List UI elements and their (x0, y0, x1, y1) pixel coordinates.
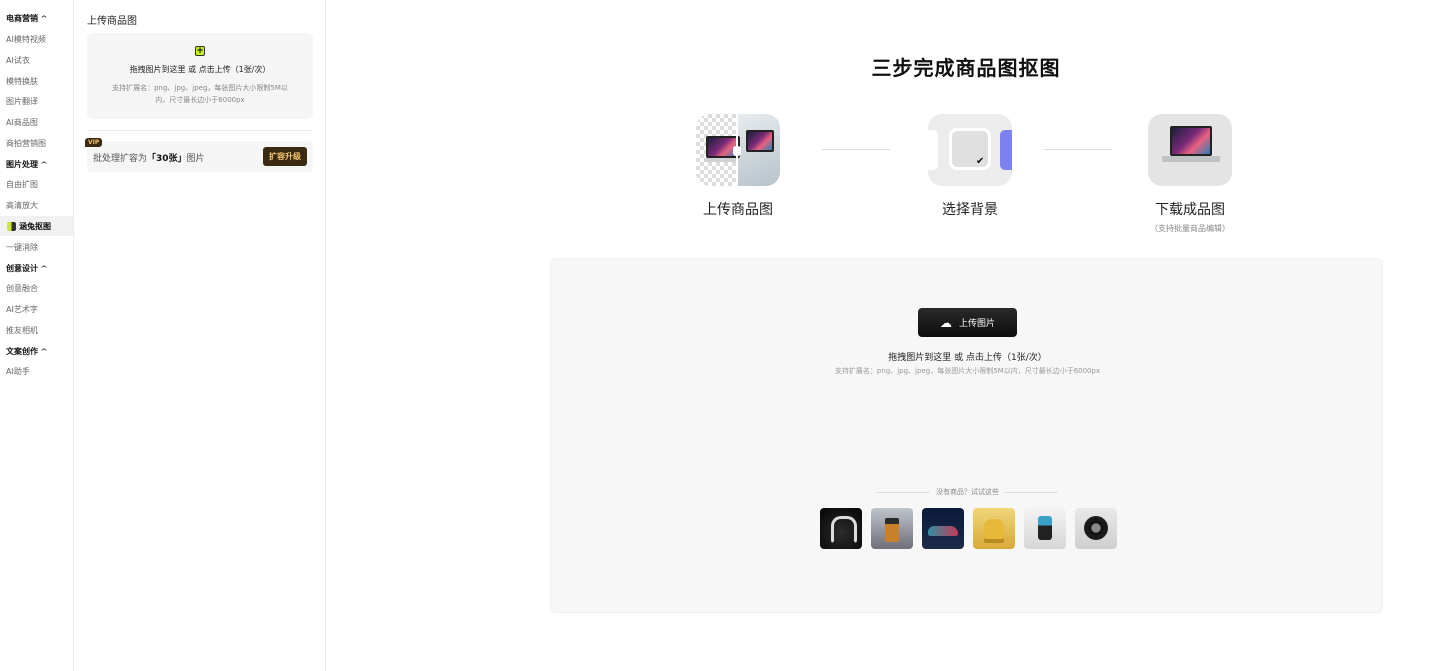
nav-item-product-marketing[interactable]: 商拍营销图 (6, 138, 46, 149)
laptop-base (1162, 156, 1220, 162)
nav-item-cutout[interactable]: 涵兔抠图 (0, 216, 73, 236)
main-content: 三步完成商品图抠图 上传商品图 ✔ 选择背景 下载成品图 （支持批量商品编辑） … (326, 0, 1440, 671)
panel-dropzone[interactable]: + 拖拽图片到这里 或 点击上传（1张/次） 支持扩展名：png、jpg、jpe… (87, 33, 313, 119)
nav-group-copywriting[interactable]: 文案创作 ^ (6, 346, 48, 357)
divider-line (877, 491, 930, 493)
step-background-image: ✔ (928, 114, 1012, 186)
upgrade-button[interactable]: 扩容升级 (263, 147, 307, 166)
dropzone-main-text: 拖拽图片到这里 或 点击上传（1张/次） (129, 65, 271, 74)
left-nav: 电商营销 ^ AI模特视频 AI试衣 模特换肤 图片翻译 AI商品图 商拍营销图… (0, 0, 74, 671)
chevron-up-icon: ^ (40, 347, 48, 356)
step-label: 上传商品图 (703, 202, 773, 218)
upload-button-label: 上传图片 (958, 319, 995, 329)
app-root: 电商营销 ^ AI模特视频 AI试衣 模特换肤 图片翻译 AI商品图 商拍营销图… (0, 0, 1440, 671)
nav-group-ecommerce[interactable]: 电商营销 ^ (6, 13, 48, 24)
step-upload: 上传商品图 (668, 114, 808, 219)
nav-item-friend-camera[interactable]: 推友相机 (6, 325, 38, 336)
upload-main-text: 拖拽图片到这里 或 点击上传（1张/次） (888, 353, 1047, 363)
bg-option-selected (949, 128, 991, 170)
laptop-screen (746, 130, 774, 152)
panel-title: 上传商品图 (87, 16, 137, 27)
sample-sneaker[interactable] (922, 508, 964, 549)
step-connector (1044, 149, 1112, 150)
nav-group-label: 文案创作 (6, 347, 38, 356)
nav-group-label: 图片处理 (6, 160, 38, 169)
upload-image-button[interactable]: ☁ 上传图片 (918, 308, 1017, 337)
page-title: 三步完成商品图抠图 (871, 56, 1061, 80)
try-samples-label: 没有商品？试试这些 (936, 488, 999, 496)
sample-headphones[interactable] (820, 508, 862, 549)
chevron-up-icon: ^ (40, 160, 48, 169)
try-samples-divider: 没有商品？试试这些 (877, 487, 1058, 497)
upload-panel: 上传商品图 + 拖拽图片到这里 或 点击上传（1张/次） 支持扩展名：png、j… (74, 0, 326, 671)
batch-prefix: 批处理扩容为 (93, 154, 148, 164)
nav-item-ai-assistant[interactable]: AI助手 (6, 366, 30, 377)
sample-images (820, 508, 1117, 549)
nav-group-label: 创意设计 (6, 264, 38, 273)
step-connector (822, 149, 890, 150)
batch-text: 批处理扩容为「30张」图片 (93, 151, 205, 164)
batch-upgrade-card: VIP 批处理扩容为「30张」图片 扩容升级 (85, 138, 313, 172)
step-sublabel: （支持批量商品编辑） (1150, 224, 1230, 233)
check-icon: ✔ (976, 156, 985, 167)
laptop-screen (1170, 126, 1212, 156)
plus-icon: + (195, 46, 205, 56)
nav-item-ai-art-text[interactable]: AI艺术字 (6, 304, 38, 315)
nav-group-image-processing[interactable]: 图片处理 ^ (6, 159, 48, 170)
nav-item-hd-upscale[interactable]: 高清放大 (6, 200, 38, 211)
batch-highlight: 「30张」 (147, 154, 187, 164)
nav-item-free-expand[interactable]: 自由扩图 (6, 179, 38, 190)
cloud-upload-icon: ☁ (939, 315, 952, 330)
step-download-image (1148, 114, 1232, 186)
nav-item-ai-product-image[interactable]: AI商品图 (6, 117, 38, 128)
batch-suffix: 图片 (186, 154, 205, 164)
sample-chair[interactable] (973, 508, 1015, 549)
chevron-up-icon: ^ (40, 14, 48, 23)
nav-item-ai-model-video[interactable]: AI模特视频 (6, 34, 46, 45)
nav-item-ai-tryon[interactable]: AI试衣 (6, 55, 30, 66)
nav-item-model-skin[interactable]: 模特换肤 (6, 76, 38, 87)
nav-item-one-click-erase[interactable]: 一键消除 (6, 242, 38, 253)
nav-group-creative-design[interactable]: 创意设计 ^ (6, 263, 48, 274)
nav-item-image-translate[interactable]: 图片翻译 (6, 96, 38, 107)
nav-item-creative-fusion[interactable]: 创意融合 (6, 283, 38, 294)
sample-perfume[interactable] (871, 508, 913, 549)
nav-group-label: 电商营销 (6, 14, 38, 23)
vip-badge: VIP (85, 138, 103, 147)
divider-line (1005, 491, 1058, 493)
chevron-up-icon: ^ (40, 264, 48, 273)
step-label: 下载成品图 (1155, 202, 1225, 218)
dropzone-hint-text: 支持扩展名：png、jpg、jpeg，每张图片大小限制5M以内，尺寸最长边小于6… (112, 84, 288, 104)
upload-area[interactable]: ☁ 上传图片 拖拽图片到这里 或 点击上传（1张/次） 支持扩展名：png、jp… (550, 258, 1383, 613)
step-upload-image (696, 114, 780, 186)
sample-tire[interactable] (1075, 508, 1117, 549)
compare-handle (733, 146, 741, 156)
bg-option-white (928, 130, 938, 170)
bg-option-blue (1000, 130, 1012, 170)
sample-drill[interactable] (1024, 508, 1066, 549)
step-label: 选择背景 (942, 202, 998, 218)
nav-item-label: 涵兔抠图 (19, 221, 51, 231)
step-download: 下载成品图 （支持批量商品编辑） (1120, 114, 1260, 234)
divider (87, 130, 313, 131)
cutout-icon (7, 221, 16, 231)
step-background: ✔ 选择背景 (900, 114, 1040, 219)
upload-hint-text: 支持扩展名：png、jpg、jpeg，每张图片大小限制5M以内，尺寸最长边小于6… (834, 367, 1101, 375)
